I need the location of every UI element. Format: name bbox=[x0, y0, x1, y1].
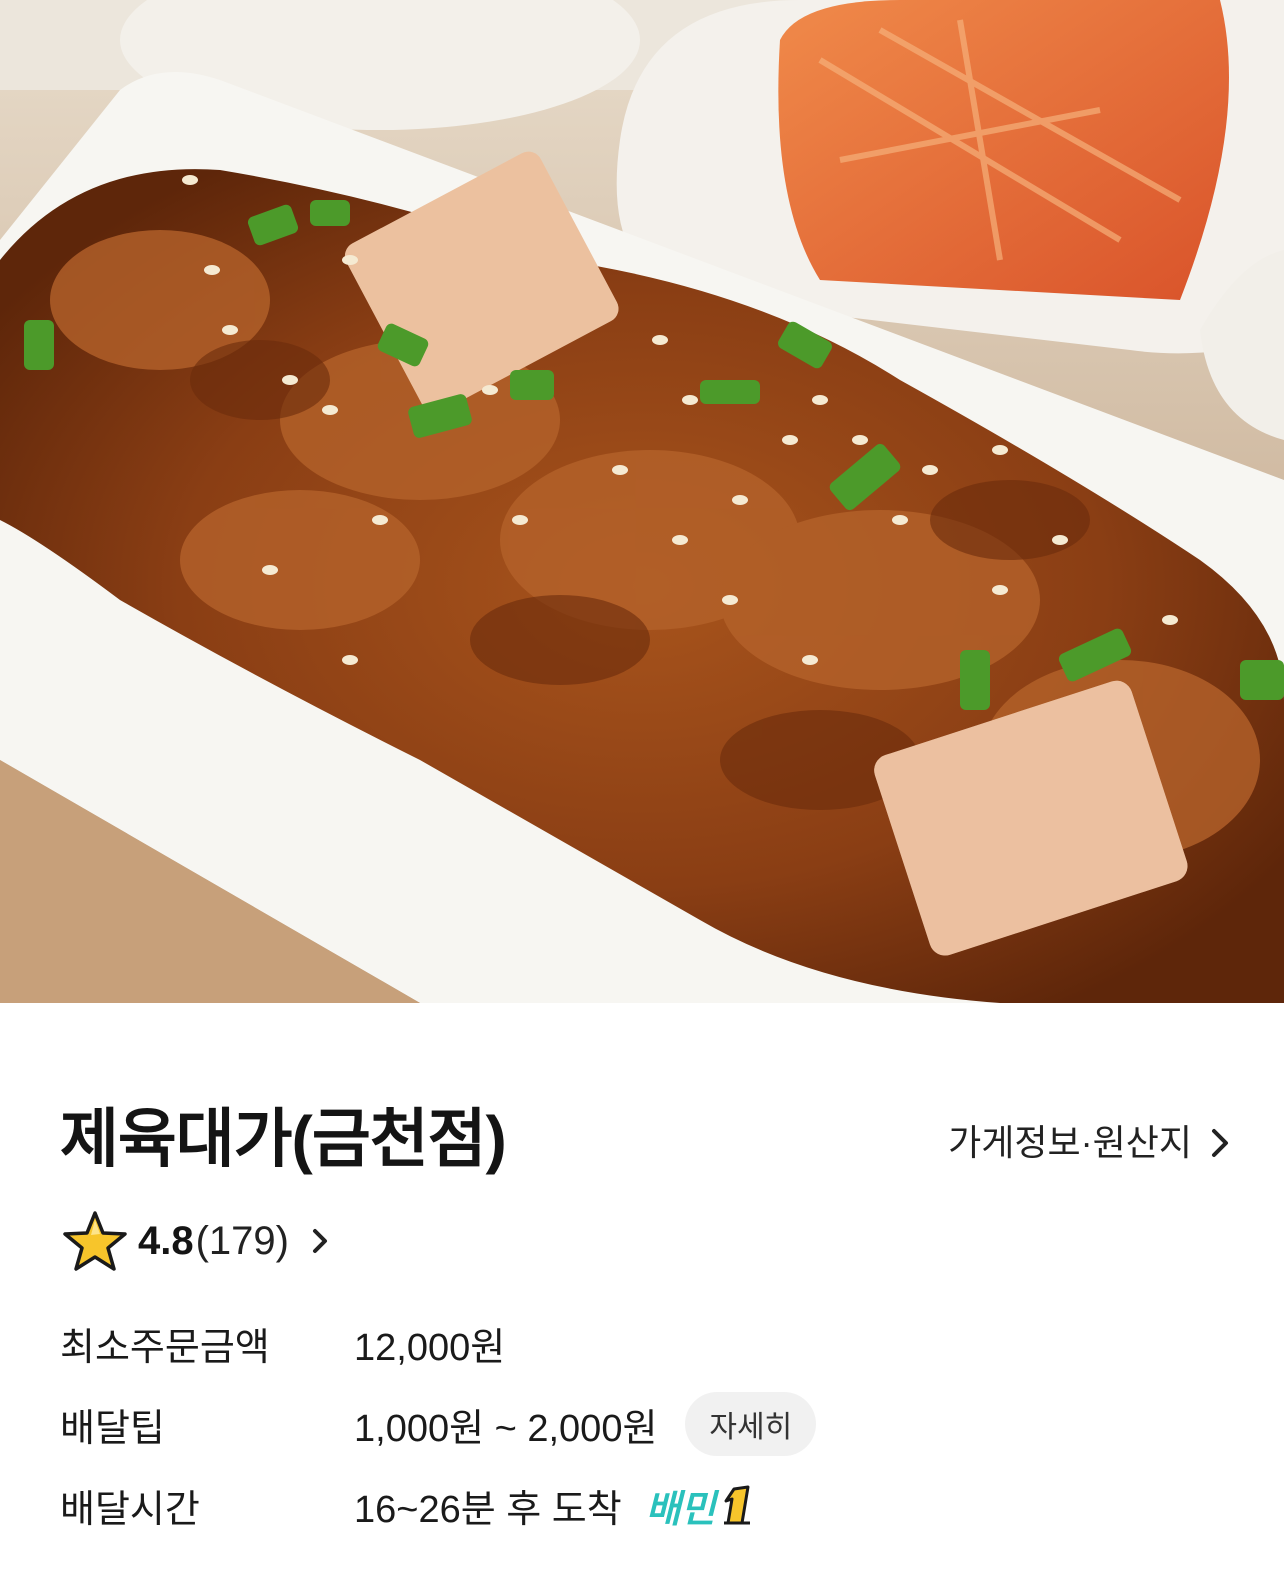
baemin1-badge: 배민 bbox=[646, 1478, 758, 1533]
delivery-time-label: 배달시간 bbox=[60, 1488, 200, 1531]
store-info-section: 제육대가(금천점) 가게정보·원산지 4.8 (179) 최소주문금액 12,0… bbox=[0, 1003, 1284, 1572]
chevron-right-icon bbox=[313, 1229, 327, 1253]
delivery-tip-value: 1,000원 ~ 2,000원 bbox=[354, 1407, 658, 1450]
delivery-tip-row: 배달팁 1,000원 ~ 2,000원 자세히 bbox=[60, 1389, 817, 1459]
store-info-origin-link[interactable]: 가게정보·원산지 bbox=[948, 1119, 1230, 1167]
hero-food-image bbox=[0, 0, 1284, 1003]
baemin1-badge-label: 배민 bbox=[645, 1488, 716, 1531]
delivery-tip-detail-button[interactable]: 자세히 bbox=[685, 1392, 817, 1456]
store-name: 제육대가(금천점) bbox=[60, 1103, 507, 1175]
rating-score: 4.8 bbox=[138, 1218, 194, 1263]
star-icon bbox=[63, 1211, 127, 1271]
delivery-time-row: 배달시간 16~26분 후 도착 배민 bbox=[60, 1470, 758, 1540]
min-order-label: 최소주문금액 bbox=[60, 1326, 270, 1369]
min-order-row: 최소주문금액 12,000원 bbox=[60, 1308, 505, 1378]
store-info-link-label: 가게정보·원산지 bbox=[948, 1122, 1192, 1163]
review-count: (179) bbox=[195, 1218, 289, 1263]
rating-reviews-link[interactable]: 4.8 (179) bbox=[62, 1206, 329, 1276]
min-order-value: 12,000원 bbox=[354, 1326, 506, 1369]
delivery-time-value: 16~26분 후 도착 bbox=[354, 1488, 622, 1531]
chevron-right-icon bbox=[1212, 1129, 1228, 1157]
delivery-tip-label: 배달팁 bbox=[60, 1407, 165, 1450]
baemin1-icon bbox=[723, 1485, 750, 1525]
